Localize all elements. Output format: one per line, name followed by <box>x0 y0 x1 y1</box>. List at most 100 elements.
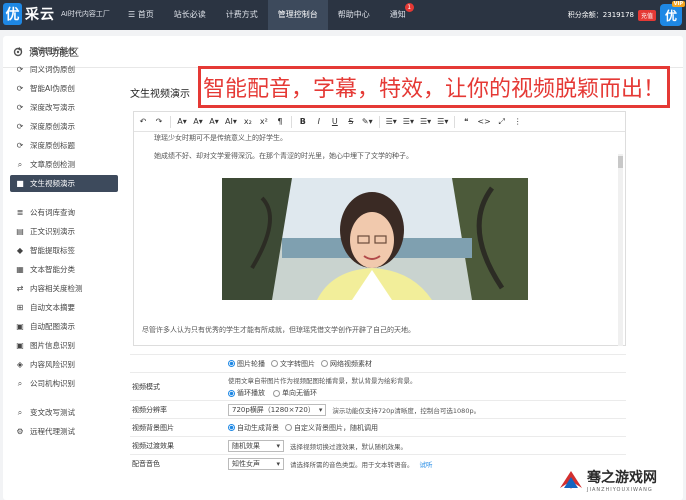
article-photo <box>222 178 528 300</box>
resolution-select[interactable]: 720p横屏（1280×720） ▾ <box>228 403 327 416</box>
sidebar-item[interactable]: ⟳ 同义词伪原创 <box>10 61 118 78</box>
logo-name: 采云 <box>25 7 55 23</box>
radio-circle[interactable] <box>228 389 235 397</box>
toolbar-button[interactable]: U <box>330 115 340 129</box>
nav-console[interactable]: 管理控制台 <box>267 0 328 30</box>
nav-billing[interactable]: 计费方式 <box>216 0 268 30</box>
nav-console-label: 管理控制台 <box>277 10 318 19</box>
toolbar-button[interactable]: ↷ <box>154 115 164 129</box>
sidebar-item-label: 自动配图演示 <box>30 322 75 331</box>
sidebar-item[interactable]: ⇄ 内容相关度检测 <box>10 280 118 297</box>
toolbar-button[interactable]: A▾ <box>193 115 203 129</box>
sidebar-item-label: 深度改写演示 <box>30 103 75 112</box>
listen-link[interactable]: 试听 <box>420 459 433 469</box>
radio-circle[interactable] <box>321 360 328 367</box>
sidebar-item[interactable]: ◈ 内容风险识别 <box>10 356 118 373</box>
sidebar-item[interactable]: ⌕ 文章原创检测 <box>10 156 118 173</box>
radio-option[interactable]: 循环播放 <box>228 388 265 398</box>
radio-option[interactable]: 图片轮播 <box>228 359 265 369</box>
sidebar-item[interactable]: ⚙ 远程代理测试 <box>10 423 118 440</box>
sidebar-item[interactable]: ⟳ 智能AI伪原创 <box>10 80 118 97</box>
sidebar-item[interactable]: ≣ 公有词库查询 <box>10 204 118 221</box>
sidebar-item[interactable]: ⟳ 深度改写演示 <box>10 99 118 116</box>
toolbar-button[interactable]: ⤢ <box>497 115 507 129</box>
toolbar-button[interactable]: A▾ <box>209 115 219 129</box>
toolbar-button[interactable]: x₂ <box>243 115 253 129</box>
toolbar-button[interactable]: I <box>314 115 324 129</box>
nav-help[interactable]: 帮助中心 <box>328 0 380 30</box>
toolbar-button[interactable]: ☰▾ <box>437 115 448 129</box>
sidebar-item[interactable]: ⟳ 深度原创演示 <box>10 118 118 135</box>
sidebar-item[interactable]: ◆ 智能提取标签 <box>10 242 118 259</box>
nav-help-label: 帮助中心 <box>337 10 370 19</box>
radio-label: 自动生成背景 <box>237 423 279 432</box>
toolbar-button[interactable]: <> <box>477 115 490 129</box>
sidebar-item[interactable]: ▣ 图片信息识别 <box>10 337 118 354</box>
summary-icon: ⊞ <box>16 303 24 312</box>
toolbar-button[interactable]: ☰▾ <box>420 115 431 129</box>
mode-label: 视频模式 <box>132 382 160 391</box>
radio-circle[interactable] <box>271 360 278 367</box>
editor-content[interactable]: 琼瑶少女时期可不是传统意义上的好学生。 她成绩不好、却对文学爱得深沉。在那个青涩… <box>134 132 625 346</box>
mode-body: 使用文章自带图片作为视频配图轮播背景，默认背景为绘彩背景。 循环播放 单向无循环 <box>228 373 626 400</box>
recharge-button[interactable]: 充值 <box>637 9 656 21</box>
chevron-down-icon: ▾ <box>318 405 323 414</box>
radio-circle[interactable] <box>228 424 235 431</box>
nav-notifications[interactable]: 通知 1 <box>380 0 416 30</box>
radio-label: 自定义背景图片，随机调用 <box>294 423 378 432</box>
toolbar-button[interactable]: x² <box>259 115 269 129</box>
toolbar-button[interactable]: ✎▾ <box>362 115 373 129</box>
nav-webmaster-guide[interactable]: 站长必读 <box>164 0 216 30</box>
refresh-icon: ⟳ <box>16 103 24 112</box>
toolbar-button[interactable]: ¶ <box>275 115 285 129</box>
transition-label: 视频过渡效果 <box>132 441 174 450</box>
sidebar-item[interactable]: ⌕ 公司机构识别 <box>10 375 118 392</box>
toolbar-button[interactable]: B <box>298 115 308 129</box>
toolbar-button[interactable]: AI▾ <box>225 115 237 129</box>
radio-option[interactable]: 单向无循环 <box>273 388 317 398</box>
sidebar-item[interactable]: ↰ 回管理控制台 <box>10 42 118 59</box>
transition-select[interactable]: 随机效果 ▾ <box>228 439 284 452</box>
vip-badge: VIP <box>671 1 685 7</box>
sidebar-item[interactable]: ▤ 正文识别演示 <box>10 223 118 240</box>
voice-select[interactable]: 知性女声 ▾ <box>228 457 284 470</box>
radio-circle[interactable] <box>273 389 280 397</box>
toolbar-button[interactable]: ⋮ <box>513 115 523 129</box>
sidebar-item[interactable]: ⟳ 深度原创标题 <box>10 137 118 154</box>
sidebar-item-label: 回管理控制台 <box>30 46 75 55</box>
avatar[interactable]: 优 VIP <box>660 1 685 26</box>
sidebar-item[interactable]: ▣ 自动配图演示 <box>10 318 118 335</box>
sidebar-item[interactable]: ■ 文生视频演示 <box>10 175 118 192</box>
nav-home-label: ☰ 首页 <box>128 10 154 19</box>
nav-notifications-label: 通知 <box>389 10 406 19</box>
resolution-value: 720p横屏（1280×720） <box>232 405 315 414</box>
nav-home[interactable]: ☰ 首页 <box>118 0 164 30</box>
sidebar-item[interactable]: ⌕ 变文改写测试 <box>10 404 118 421</box>
toolbar-button[interactable]: ↶ <box>138 115 148 129</box>
radio-option[interactable]: 网络视频素材 <box>321 359 372 369</box>
sidebar-item-label: 智能提取标签 <box>30 246 75 255</box>
radio-circle[interactable] <box>228 360 235 367</box>
editor-paragraph: 尽管许多人认为只有优秀的学生才能有所成就，但琼瑶凭借文学创作开辟了自己的天地。 <box>142 326 415 334</box>
radio-option[interactable]: 自定义背景图片，随机调用 <box>285 423 378 433</box>
radio-label: 单向无循环 <box>282 389 317 397</box>
radio-label: 网络视频素材 <box>330 359 372 368</box>
resolution-label: 视频分辨率 <box>132 405 167 414</box>
radio-option[interactable]: 自动生成背景 <box>228 423 279 433</box>
logo-slogan: AI时代内容工厂 <box>61 10 110 18</box>
portrait-image <box>222 178 528 300</box>
toolbar-button[interactable]: A▾ <box>177 115 187 129</box>
refresh-icon: ⟳ <box>16 65 24 74</box>
toolbar-button[interactable]: ❝ <box>461 115 471 129</box>
toolbar-button[interactable]: ☰▾ <box>386 115 397 129</box>
sidebar-item[interactable]: ⊞ 自动文本摘要 <box>10 299 118 316</box>
list-icon: ≣ <box>16 208 24 217</box>
site-logo[interactable]: 优 采云 AI时代内容工厂 <box>3 3 110 25</box>
toolbar-button[interactable]: ☰▾ <box>403 115 414 129</box>
scrollbar-thumb[interactable] <box>618 156 623 168</box>
editor-scrollbar[interactable] <box>618 154 623 346</box>
radio-circle[interactable] <box>285 424 292 431</box>
sidebar-item[interactable]: ▦ 文本智能分类 <box>10 261 118 278</box>
radio-option[interactable]: 文字转图片 <box>271 359 315 369</box>
toolbar-button[interactable]: S <box>346 115 356 129</box>
